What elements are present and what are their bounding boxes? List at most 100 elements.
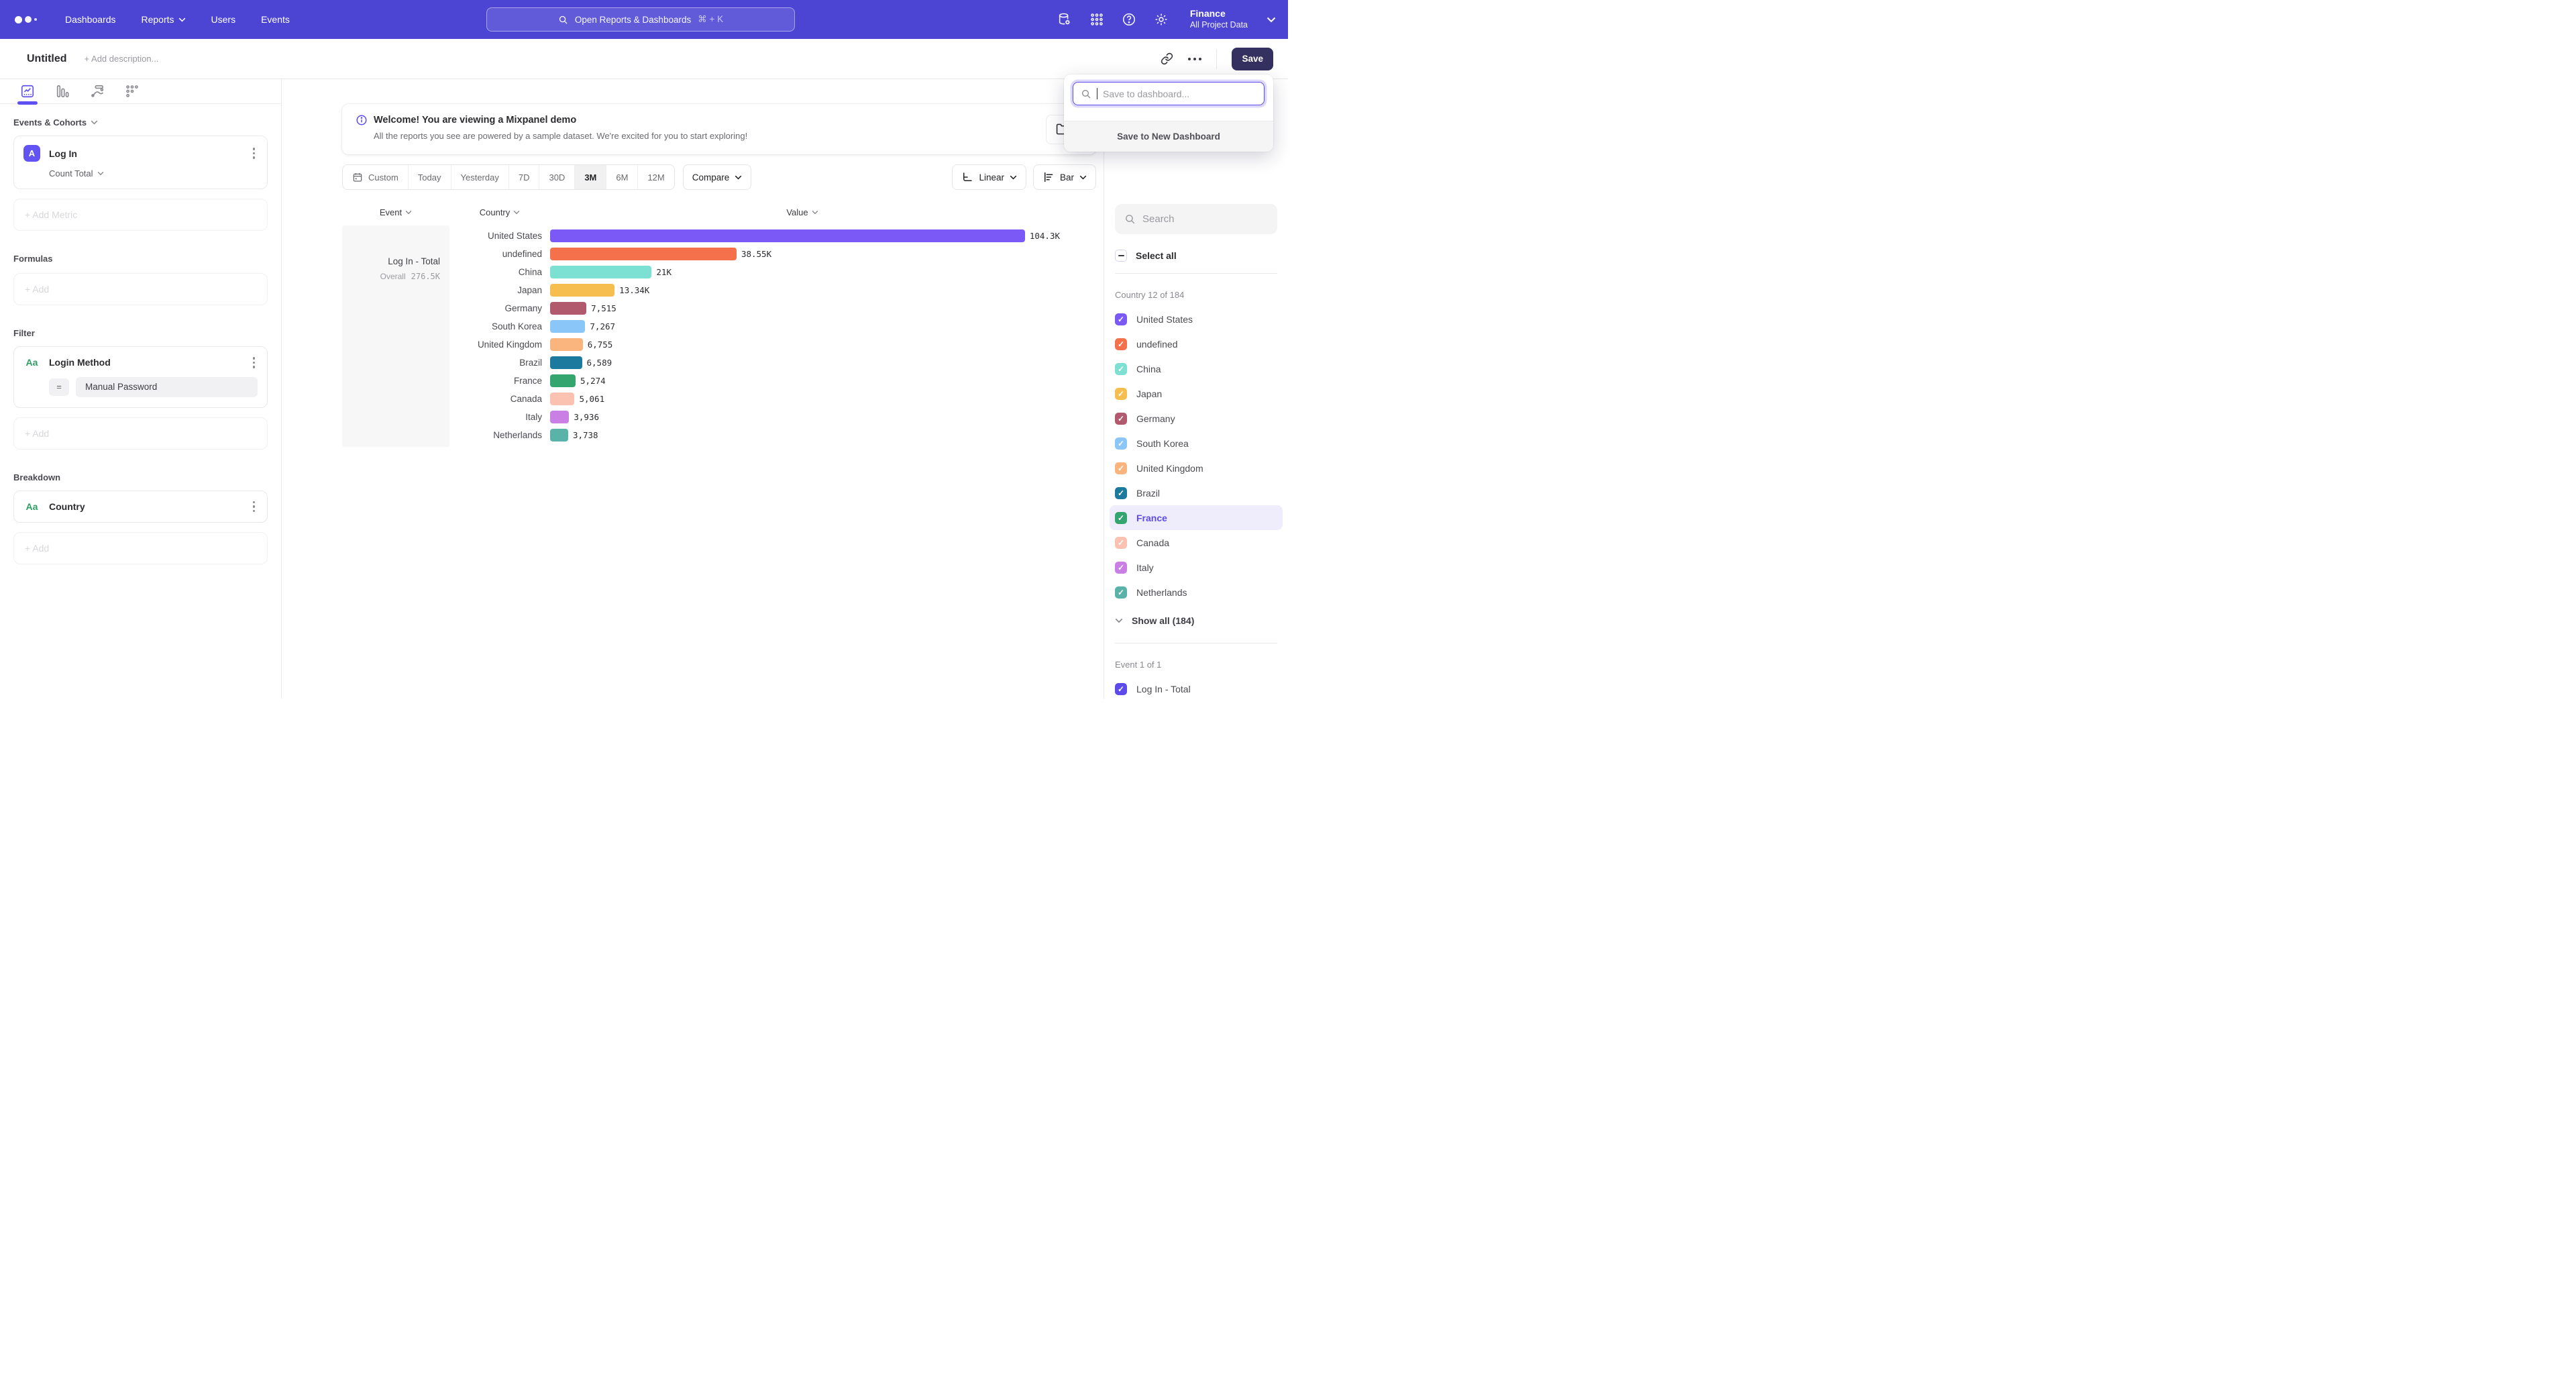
range-custom[interactable]: Custom — [343, 165, 409, 189]
country-item-italy[interactable]: ✓Italy — [1110, 555, 1283, 580]
country-item-france[interactable]: ✓France — [1110, 505, 1283, 530]
nav-item-users[interactable]: Users — [211, 14, 236, 25]
country-item-japan[interactable]: ✓Japan — [1110, 381, 1283, 406]
nav-item-events[interactable]: Events — [261, 14, 290, 25]
metric-name[interactable]: Log In — [49, 148, 241, 159]
checkbox[interactable]: ✓ — [1115, 338, 1127, 350]
show-all-button[interactable]: Show all (184) — [1104, 608, 1288, 633]
scale-selector-button[interactable]: Linear — [952, 164, 1026, 190]
select-all-row[interactable]: Select all — [1115, 248, 1277, 263]
bar[interactable] — [550, 356, 582, 369]
bar[interactable] — [550, 320, 585, 333]
global-search-bar[interactable]: Open Reports & Dashboards ⌘ + K — [486, 7, 795, 32]
bar[interactable] — [550, 302, 586, 315]
event-item-log-in-total[interactable]: ✓Log In - Total — [1110, 676, 1283, 701]
country-item-germany[interactable]: ✓Germany — [1110, 406, 1283, 431]
bar-row-united-states[interactable]: United States104.3K — [449, 227, 1096, 245]
bar[interactable] — [550, 248, 737, 260]
compare-button[interactable]: Compare — [683, 164, 752, 190]
range-today[interactable]: Today — [409, 165, 451, 189]
checkbox[interactable]: ✓ — [1115, 512, 1127, 524]
bar[interactable] — [550, 411, 569, 423]
column-header-value[interactable]: Value — [550, 207, 1055, 217]
tab-retention[interactable] — [125, 84, 140, 105]
breakdown-property-name[interactable]: Country — [49, 501, 241, 512]
filter-kebab-menu[interactable] — [250, 356, 258, 370]
bar[interactable] — [550, 374, 576, 387]
country-item-netherlands[interactable]: ✓Netherlands — [1110, 580, 1283, 605]
checkbox[interactable]: ✓ — [1115, 537, 1127, 549]
metric-kebab-menu[interactable] — [250, 146, 258, 160]
settings-gear-icon[interactable] — [1154, 12, 1169, 27]
add-description[interactable]: + Add description... — [85, 54, 159, 64]
events-cohorts-header[interactable]: Events & Cohorts — [13, 117, 268, 127]
segment-search-input[interactable]: Search — [1115, 204, 1277, 234]
bar[interactable] — [550, 284, 614, 297]
bar-row-south-korea[interactable]: South Korea7,267 — [449, 317, 1096, 335]
checkbox[interactable]: ✓ — [1115, 586, 1127, 599]
bar[interactable] — [550, 229, 1025, 242]
range-3m[interactable]: 3M — [575, 165, 606, 189]
series-summary-panel[interactable]: Log In - Total Overall276.5K — [342, 225, 449, 447]
project-chevron-down-icon[interactable] — [1267, 17, 1276, 23]
bar-row-germany[interactable]: Germany7,515 — [449, 299, 1096, 317]
bar[interactable] — [550, 429, 568, 442]
checkbox[interactable]: ✓ — [1115, 363, 1127, 375]
select-all-checkbox[interactable] — [1115, 250, 1127, 262]
bar-row-france[interactable]: France5,274 — [449, 372, 1096, 390]
mixpanel-logo[interactable] — [15, 16, 37, 23]
checkbox[interactable]: ✓ — [1115, 683, 1127, 695]
bar-row-canada[interactable]: Canada5,061 — [449, 390, 1096, 408]
bar-row-china[interactable]: China21K — [449, 263, 1096, 281]
help-icon[interactable] — [1122, 12, 1136, 27]
filter-property-name[interactable]: Login Method — [49, 357, 241, 368]
nav-item-dashboards[interactable]: Dashboards — [65, 14, 116, 25]
range-30d[interactable]: 30D — [539, 165, 575, 189]
column-header-event[interactable]: Event — [342, 207, 449, 217]
breakdown-card[interactable]: Aa Country — [13, 490, 268, 523]
country-item-south-korea[interactable]: ✓South Korea — [1110, 431, 1283, 456]
country-item-undefined[interactable]: ✓undefined — [1110, 331, 1283, 356]
country-item-united-kingdom[interactable]: ✓United Kingdom — [1110, 456, 1283, 480]
country-item-brazil[interactable]: ✓Brazil — [1110, 480, 1283, 505]
bar-row-italy[interactable]: Italy3,936 — [449, 408, 1096, 426]
save-to-dashboard-input[interactable]: Save to dashboard... — [1073, 82, 1265, 105]
save-button[interactable]: Save — [1232, 48, 1273, 70]
apps-grid-icon[interactable] — [1089, 12, 1104, 27]
checkbox[interactable]: ✓ — [1115, 413, 1127, 425]
checkbox[interactable]: ✓ — [1115, 487, 1127, 499]
column-header-country[interactable]: Country — [449, 207, 550, 217]
breakdown-kebab-menu[interactable] — [250, 500, 258, 514]
range-6m[interactable]: 6M — [606, 165, 638, 189]
metric-card[interactable]: A Log In Count Total — [13, 136, 268, 189]
bar[interactable] — [550, 266, 651, 278]
checkbox[interactable]: ✓ — [1115, 462, 1127, 474]
country-item-canada[interactable]: ✓Canada — [1110, 530, 1283, 555]
country-item-united-states[interactable]: ✓United States — [1110, 307, 1283, 331]
bar-row-undefined[interactable]: undefined38.55K — [449, 245, 1096, 263]
bar-row-united-kingdom[interactable]: United Kingdom6,755 — [449, 335, 1096, 354]
bar[interactable] — [550, 338, 583, 351]
filter-operator[interactable]: = — [49, 378, 69, 396]
checkbox[interactable]: ✓ — [1115, 313, 1127, 325]
chart-type-selector-button[interactable]: Bar — [1033, 164, 1096, 190]
add-metric-button[interactable]: + Add Metric — [13, 199, 268, 231]
tab-funnels[interactable] — [55, 84, 70, 105]
filter-value[interactable]: Manual Password — [76, 377, 258, 397]
checkbox[interactable]: ✓ — [1115, 562, 1127, 574]
country-item-china[interactable]: ✓China — [1110, 356, 1283, 381]
metric-aggregation[interactable]: Count Total — [49, 168, 258, 178]
range-7d[interactable]: 7D — [509, 165, 540, 189]
project-switcher[interactable]: Finance All Project Data — [1190, 8, 1248, 30]
bar-row-japan[interactable]: Japan13.34K — [449, 281, 1096, 299]
checkbox[interactable]: ✓ — [1115, 388, 1127, 400]
more-options-button[interactable] — [1188, 58, 1201, 60]
tab-insights[interactable] — [20, 84, 35, 105]
bar[interactable] — [550, 393, 574, 405]
filter-card[interactable]: Aa Login Method = Manual Password — [13, 346, 268, 408]
nav-item-reports[interactable]: Reports — [142, 14, 186, 25]
bar-row-netherlands[interactable]: Netherlands3,738 — [449, 426, 1096, 444]
tab-flows[interactable] — [90, 84, 105, 105]
range-yesterday[interactable]: Yesterday — [451, 165, 509, 189]
checkbox[interactable]: ✓ — [1115, 437, 1127, 450]
